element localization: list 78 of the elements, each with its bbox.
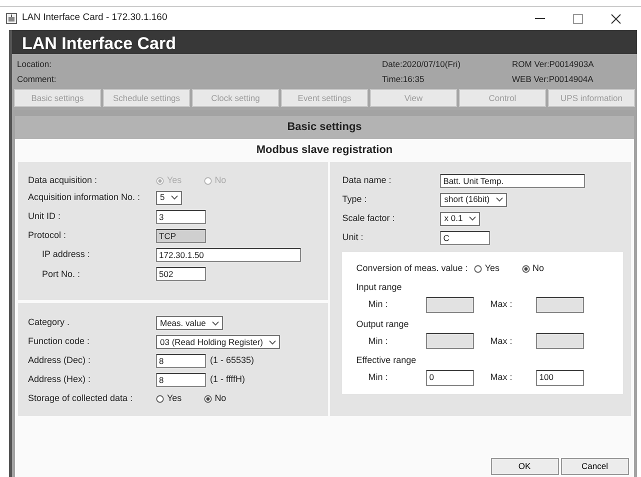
dialog-button[interactable]: Cancel: [560, 458, 629, 475]
field-label: Min :: [367, 334, 389, 348]
dropdown[interactable]: short (16bit): [440, 192, 507, 207]
field-label: Category .: [28, 316, 71, 330]
radio-selected-icon[interactable]: [204, 395, 212, 403]
caret-icon: [170, 195, 178, 200]
caret-icon: [468, 216, 476, 222]
radio-icon[interactable]: [156, 395, 164, 403]
field-label: Function code :: [28, 335, 91, 348]
info-text: WEB Ver:P0014904A: [512, 72, 594, 86]
input-field[interactable]: 100: [536, 370, 584, 386]
input-field[interactable]: Batt. Unit Temp.: [440, 174, 586, 188]
caret-icon: [269, 340, 276, 344]
radio-selected-icon[interactable]: [522, 264, 530, 273]
field-label: Min :: [367, 370, 389, 384]
dropdown-value: short (16bit): [444, 193, 490, 206]
field-label: Port No. :: [41, 268, 82, 280]
dropdown-value: 5: [160, 191, 165, 204]
radio-label: No: [214, 392, 226, 406]
caret-icon: [496, 197, 503, 202]
info-text: ROM Ver:P0014903A: [512, 58, 595, 71]
form-title: Modbus slave registration: [255, 142, 394, 158]
field-label: Storage of collected data :: [28, 392, 134, 406]
app-icon: [6, 13, 17, 24]
input-field[interactable]: 0: [426, 370, 474, 386]
maximize-icon[interactable]: [573, 14, 583, 24]
field-label: Data acquisition :: [28, 174, 98, 187]
readonly-field: TCP: [156, 228, 206, 243]
dropdown-value: x 0.1: [444, 212, 463, 226]
dropdown-value: Meas. value: [160, 316, 206, 330]
dropdown-value: 03 (Read Holding Register): [160, 336, 263, 348]
dialog-button[interactable]: OK: [490, 458, 558, 475]
field-label: Scale factor :: [342, 212, 396, 225]
radio-label: Yes: [167, 392, 182, 406]
range-title: Effective range: [356, 354, 418, 367]
dropdown[interactable]: 5: [156, 190, 182, 205]
input-field[interactable]: 8: [156, 354, 206, 368]
minimize-icon[interactable]: [535, 18, 545, 20]
field-label: Max :: [489, 298, 514, 312]
input-field[interactable]: 8: [156, 373, 206, 387]
dropdown[interactable]: Meas. value: [156, 316, 223, 330]
info-text: Comment:: [17, 72, 58, 86]
field-label: Acquisition information No. :: [28, 191, 142, 204]
info-text: Time:16:35: [382, 72, 426, 86]
field-label: Max :: [489, 334, 514, 348]
window-title: LAN Interface Card - 172.30.1.160: [22, 11, 168, 26]
field-label: Type :: [342, 193, 368, 206]
field-label: Address (Hex) :: [28, 373, 92, 386]
range-hint: (1 - ffffH): [210, 373, 246, 386]
info-text: Date:2020/07/10(Fri): [382, 58, 462, 71]
field-label: Address (Dec) :: [28, 354, 92, 368]
radio-label: No: [532, 262, 544, 275]
caret-icon: [212, 320, 219, 326]
field-label: Min :: [367, 298, 389, 312]
field-label: Protocol :: [28, 229, 68, 242]
radio-label: Yes: [167, 174, 182, 187]
app-title: LAN Interface Card: [12, 30, 637, 54]
input-field[interactable]: 502: [156, 267, 206, 282]
input-field[interactable]: C: [440, 230, 490, 245]
info-text: Location:: [17, 58, 52, 71]
field-label: Unit :: [342, 231, 364, 244]
range-title: Input range: [356, 281, 403, 294]
field-label: IP address :: [41, 248, 91, 262]
field-label: Data name :: [342, 174, 392, 187]
field-label: Max :: [489, 370, 514, 384]
radio-icon[interactable]: [474, 264, 482, 273]
range-title: Output range: [356, 318, 410, 331]
range-hint: (1 - 65535): [210, 354, 254, 368]
radio-label: No: [214, 174, 226, 187]
radio-label: Yes: [484, 262, 500, 275]
input-field[interactable]: 172.30.1.50: [156, 248, 301, 262]
dropdown[interactable]: 03 (Read Holding Register): [156, 335, 280, 349]
field-label: Conversion of meas. value :: [356, 262, 468, 275]
dropdown[interactable]: x 0.1: [440, 212, 480, 226]
close-icon[interactable]: [611, 14, 621, 24]
section-title: Basic settings: [15, 116, 634, 139]
field-label: Unit ID :: [28, 210, 62, 223]
input-field[interactable]: 3: [156, 210, 206, 224]
